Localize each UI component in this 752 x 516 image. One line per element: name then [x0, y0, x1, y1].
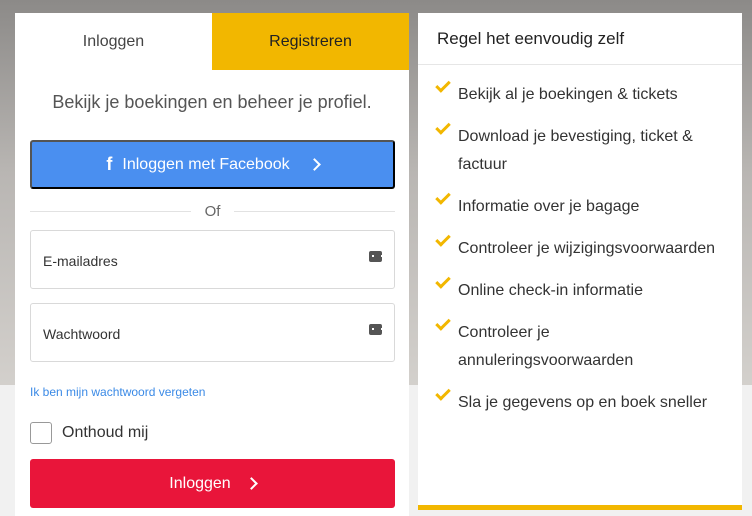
divider-line [234, 210, 395, 212]
check-icon [435, 189, 451, 205]
benefits-title: Regel het eenvoudig zelf [418, 13, 742, 65]
list-item: Sla je gegevens op en boek sneller [435, 385, 724, 417]
benefit-text: Download je bevestiging, ticket & factuu… [458, 128, 693, 173]
list-item: Controleer je annuleringsvoorwaarden [435, 315, 724, 375]
facebook-icon: f [106, 154, 113, 174]
password-field[interactable] [43, 322, 343, 346]
benefit-text: Controleer je annuleringsvoorwaarden [458, 324, 634, 369]
benefit-text: Informatie over je bagage [458, 198, 640, 215]
list-item: Download je bevestiging, ticket & factuu… [435, 119, 724, 179]
remember-me[interactable]: Onthoud mij [30, 422, 148, 444]
benefit-text: Bekijk al je boekingen & tickets [458, 86, 678, 103]
check-icon [435, 385, 451, 401]
divider-line [30, 210, 191, 212]
or-divider: Of [30, 201, 395, 221]
list-item: Informatie over je bagage [435, 189, 724, 221]
check-icon [435, 231, 451, 247]
check-icon [435, 315, 451, 331]
list-item: Bekijk al je boekingen & tickets [435, 77, 724, 109]
list-item: Online check-in informatie [435, 273, 724, 305]
check-icon [435, 273, 451, 289]
email-field[interactable] [43, 249, 343, 273]
benefits-list: Bekijk al je boekingen & tickets Downloa… [418, 65, 742, 417]
check-icon [435, 77, 451, 93]
password-field-container [30, 303, 395, 362]
list-item: Controleer je wijzigingsvoorwaarden [435, 231, 724, 263]
remember-me-label: Onthoud mij [62, 424, 149, 441]
tab-login[interactable]: Inloggen [15, 13, 212, 70]
remember-me-checkbox[interactable] [30, 422, 52, 444]
chevron-right-icon [244, 477, 258, 490]
check-icon [435, 119, 451, 135]
benefits-card: Regel het eenvoudig zelf Bekijk al je bo… [418, 13, 742, 510]
facebook-login-button[interactable]: f Inloggen met Facebook [30, 140, 395, 189]
intro-text: Bekijk je boekingen en beheer je profiel… [52, 92, 372, 112]
forgot-password-link[interactable]: Ik ben mijn wachtwoord vergeten [30, 385, 205, 399]
facebook-login-label: Inloggen met Facebook [122, 155, 290, 173]
keyboard-icon [369, 251, 383, 262]
chevron-right-icon [307, 158, 321, 171]
benefit-text: Controleer je wijzigingsvoorwaarden [458, 240, 716, 257]
keyboard-icon [369, 324, 383, 335]
divider-label: Of [204, 202, 221, 220]
login-button[interactable]: Inloggen [30, 459, 395, 508]
email-field-container [30, 230, 395, 289]
login-button-label: Inloggen [169, 474, 231, 492]
benefit-text: Sla je gegevens op en boek sneller [458, 394, 708, 411]
benefit-text: Online check-in informatie [458, 282, 643, 299]
tab-register[interactable]: Registreren [212, 13, 409, 70]
auth-tabs: Inloggen Registreren [15, 13, 409, 70]
login-card: Inloggen Registreren Bekijk je boekingen… [15, 13, 409, 516]
